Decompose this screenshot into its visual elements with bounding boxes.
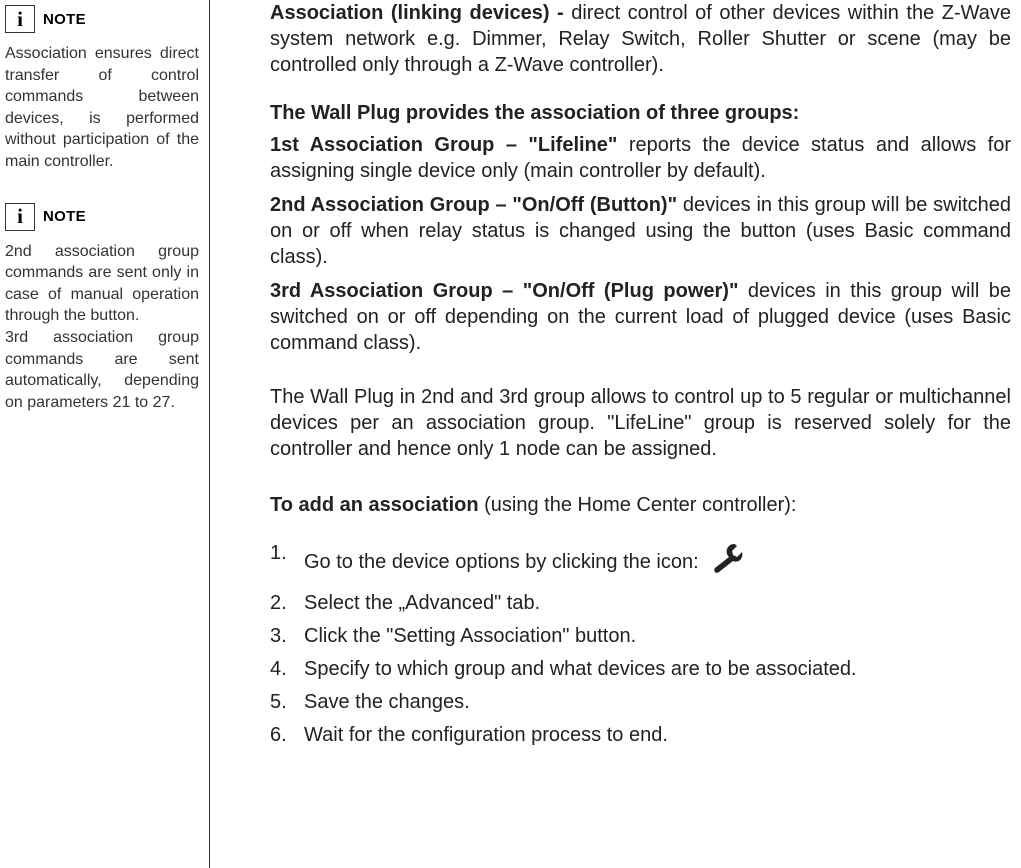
group3-para: 3rd Association Group – "On/Off (Plug po… [270, 278, 1011, 356]
info-icon-glyph: i [17, 204, 23, 229]
add-assoc-bold: To add an association [270, 494, 479, 516]
main-content: Association (linking devices) - direct c… [210, 0, 1021, 868]
step-item: Wait for the configuration process to en… [270, 722, 1011, 749]
step-text: Wait for the configuration process to en… [304, 724, 668, 746]
step-item: Go to the device options by clicking the… [270, 540, 1011, 584]
info-icon: i [5, 203, 35, 231]
groups-title: The Wall Plug provides the association o… [270, 100, 1011, 126]
wrench-icon [709, 540, 745, 584]
add-association-heading: To add an association (using the Home Ce… [270, 492, 1011, 518]
control-text: The Wall Plug in 2nd and 3rd group allow… [270, 384, 1011, 462]
step-text: Click the "Setting Association" button. [304, 625, 636, 647]
step-text: Select the „Advanced" tab. [304, 592, 540, 614]
intro-paragraph: Association (linking devices) - direct c… [270, 0, 1011, 78]
step-text: Go to the device options by clicking the… [304, 549, 699, 576]
note-text-2: 2nd association group commands are sent … [5, 241, 199, 414]
info-icon-glyph: i [17, 7, 23, 32]
group2-para: 2nd Association Group – "On/Off (Button)… [270, 192, 1011, 270]
note-box-1: i NOTE [5, 5, 199, 33]
step-text: Save the changes. [304, 691, 470, 713]
group2-bold: 2nd Association Group – "On/Off (Button)… [270, 194, 677, 216]
steps-list: Go to the device options by clicking the… [270, 540, 1011, 749]
step-text: Specify to which group and what devices … [304, 658, 857, 680]
group3-bold: 3rd Association Group – "On/Off (Plug po… [270, 280, 738, 302]
note-label: NOTE [43, 11, 86, 28]
sidebar: i NOTE Association ensures direct transf… [0, 0, 210, 868]
add-assoc-rest: (using the Home Center controller): [479, 494, 797, 516]
info-icon: i [5, 5, 35, 33]
intro-bold: Association (linking devices) - [270, 2, 564, 24]
note-text-1: Association ensures direct transfer of c… [5, 43, 199, 173]
note-label: NOTE [43, 208, 86, 225]
step-item: Click the "Setting Association" button. [270, 623, 1011, 650]
step-item: Save the changes. [270, 689, 1011, 716]
step-item: Select the „Advanced" tab. [270, 590, 1011, 617]
note-text-2-p2: 3rd association group commands are sent … [5, 327, 199, 413]
group1-bold: 1st Association Group – "Lifeline" [270, 134, 617, 156]
step-item: Specify to which group and what devices … [270, 656, 1011, 683]
note-text-2-p1: 2nd association group commands are sent … [5, 241, 199, 327]
page-container: i NOTE Association ensures direct transf… [0, 0, 1021, 868]
group1-para: 1st Association Group – "Lifeline" repor… [270, 132, 1011, 184]
note-box-2: i NOTE [5, 203, 199, 231]
